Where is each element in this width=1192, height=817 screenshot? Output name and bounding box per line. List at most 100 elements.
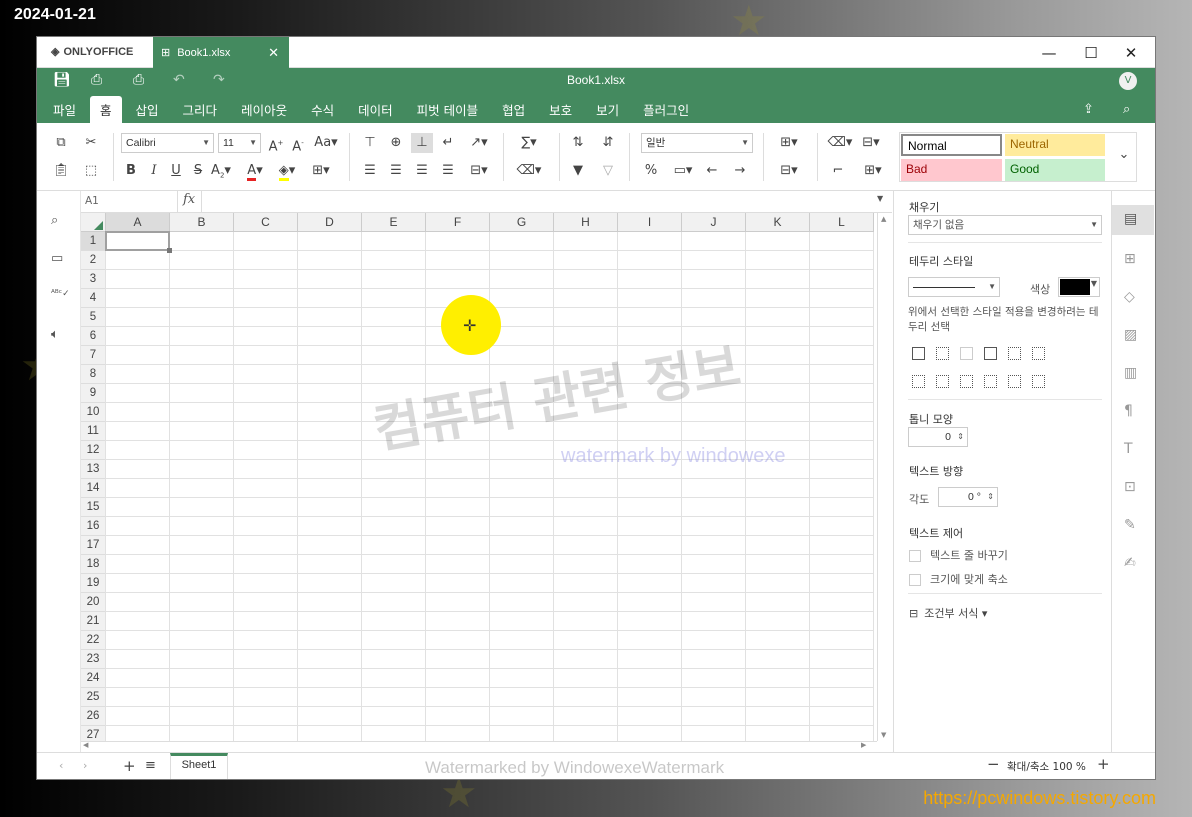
- menu-tab[interactable]: 보기: [586, 96, 629, 123]
- image-icon[interactable]: ▨: [1124, 327, 1137, 343]
- row-header[interactable]: 14: [81, 479, 106, 498]
- chevron-down-icon[interactable]: ⌄: [1113, 145, 1135, 165]
- format-painter-icon[interactable]: ⌐: [827, 161, 849, 181]
- add-sheet-icon[interactable]: +: [123, 757, 136, 775]
- paste-icon[interactable]: 📋︎: [50, 161, 72, 181]
- underline-button[interactable]: U: [165, 161, 187, 181]
- menu-tab[interactable]: 보호: [539, 96, 582, 123]
- wrap-text-icon[interactable]: ↵: [437, 133, 459, 153]
- row-header[interactable]: 24: [81, 669, 106, 688]
- menu-tab[interactable]: 레이아웃: [231, 96, 297, 123]
- font-color-button[interactable]: A▾: [241, 161, 269, 181]
- zoom-out-icon[interactable]: −: [987, 755, 1000, 773]
- decrease-decimal-icon[interactable]: ←: [701, 161, 723, 181]
- merge-cells-icon[interactable]: ⊟▾: [465, 161, 493, 181]
- row-header[interactable]: 25: [81, 688, 106, 707]
- menu-tab[interactable]: 수식: [301, 96, 344, 123]
- angle-spinner[interactable]: 0 ° ⇕: [938, 487, 998, 507]
- insert-cells-icon[interactable]: ⊞▾: [775, 133, 803, 153]
- border-color-picker[interactable]: ▼: [1058, 277, 1100, 297]
- sort-desc-icon[interactable]: ⇵: [597, 133, 619, 153]
- all-borders-icon[interactable]: [912, 347, 925, 360]
- zoom-in-icon[interactable]: +: [1097, 755, 1110, 773]
- corner-select-all[interactable]: [81, 213, 106, 232]
- row-header[interactable]: 2: [81, 251, 106, 270]
- column-header[interactable]: D: [298, 213, 362, 232]
- column-header[interactable]: I: [618, 213, 682, 232]
- vertical-scrollbar[interactable]: ▲ ▼: [877, 213, 892, 741]
- close-tab-icon[interactable]: ✕: [268, 45, 279, 61]
- horizontal-inner-border-icon[interactable]: [1008, 375, 1021, 388]
- maximize-button[interactable]: ☐: [1079, 43, 1103, 63]
- row-header[interactable]: 5: [81, 308, 106, 327]
- row-header[interactable]: 11: [81, 422, 106, 441]
- column-header[interactable]: F: [426, 213, 490, 232]
- clear-filter-icon[interactable]: ▽: [597, 161, 619, 181]
- borders-button[interactable]: ⊞▾: [307, 161, 335, 181]
- increase-font-icon[interactable]: A+: [265, 133, 287, 154]
- next-sheet-icon[interactable]: ›: [83, 759, 87, 772]
- spreadsheet-grid[interactable]: A B C D E F G H I J K L 1 2 3 4 5 6 7 8 9 10 11 12 13 14 15 16 17 18 1…: [81, 213, 877, 741]
- sort-asc-icon[interactable]: ⇅: [567, 133, 589, 153]
- column-header[interactable]: A: [106, 213, 170, 232]
- row-header[interactable]: 23: [81, 650, 106, 669]
- delete-cells-icon[interactable]: ⊟▾: [775, 161, 803, 181]
- filter-icon[interactable]: ▼: [567, 161, 589, 181]
- avatar[interactable]: V: [1119, 72, 1137, 90]
- border-line-select[interactable]: ▼: [908, 277, 1000, 297]
- sum-icon[interactable]: ∑▾: [515, 133, 543, 153]
- row-header[interactable]: 9: [81, 384, 106, 403]
- menu-tab[interactable]: 홈: [90, 96, 122, 123]
- spellcheck-icon[interactable]: ᴬᴮᶜ✓: [51, 289, 70, 299]
- change-case-icon[interactable]: Aa▾: [311, 133, 341, 153]
- menu-tab[interactable]: 삽입: [126, 96, 169, 123]
- column-header[interactable]: H: [554, 213, 618, 232]
- clear-icon[interactable]: ⌫▾: [827, 133, 853, 153]
- row-header[interactable]: 22: [81, 631, 106, 650]
- align-bottom-icon[interactable]: ⊥: [411, 133, 433, 153]
- select-all-icon[interactable]: ⬚: [80, 161, 102, 181]
- row-header[interactable]: 6: [81, 327, 106, 346]
- strikethrough-button[interactable]: S: [187, 161, 209, 181]
- style-good[interactable]: Good: [1005, 159, 1105, 181]
- column-header[interactable]: B: [170, 213, 234, 232]
- conditional-format-button[interactable]: ⊟ 조건부 서식 ▾: [909, 605, 987, 621]
- italic-button[interactable]: I: [143, 161, 165, 181]
- open-folder-icon[interactable]: ⇪: [1083, 102, 1094, 117]
- right-border-icon[interactable]: [960, 375, 973, 388]
- pivot-icon[interactable]: ⊡: [1124, 479, 1136, 495]
- menu-tab[interactable]: 협업: [492, 96, 535, 123]
- sheet-tab[interactable]: Sheet1: [170, 753, 228, 779]
- percent-icon[interactable]: %: [640, 161, 662, 181]
- decrease-font-icon[interactable]: A-: [287, 133, 309, 154]
- menu-tab[interactable]: 피벗 테이블: [407, 96, 488, 123]
- document-tab[interactable]: ⊞ Book1.xlsx ✕: [153, 37, 289, 68]
- increase-decimal-icon[interactable]: →: [729, 161, 751, 181]
- align-middle-icon[interactable]: ⊕: [385, 133, 407, 153]
- text-art-icon[interactable]: T: [1124, 441, 1133, 457]
- conditional-format-icon[interactable]: ⊟▾: [857, 133, 885, 153]
- column-header[interactable]: L: [810, 213, 874, 232]
- bold-button[interactable]: B: [120, 161, 142, 181]
- form-icon[interactable]: ✎: [1124, 517, 1136, 533]
- menu-tab[interactable]: 플러그인: [633, 96, 699, 123]
- row-header[interactable]: 26: [81, 707, 106, 726]
- diag-down-border-icon[interactable]: [1032, 347, 1045, 360]
- tooth-spinner[interactable]: 0 ⇕: [908, 427, 968, 447]
- align-right-icon[interactable]: ☰: [411, 161, 433, 181]
- column-header[interactable]: C: [234, 213, 298, 232]
- row-header[interactable]: 16: [81, 517, 106, 536]
- table-icon[interactable]: ⊞: [1124, 251, 1136, 267]
- vertical-inner-border-icon[interactable]: [936, 375, 949, 388]
- column-header[interactable]: E: [362, 213, 426, 232]
- left-border-icon[interactable]: [912, 375, 925, 388]
- row-header[interactable]: 18: [81, 555, 106, 574]
- named-range-icon[interactable]: ⌫▾: [515, 161, 543, 181]
- copy-icon[interactable]: ⧉: [50, 133, 72, 153]
- align-left-icon[interactable]: ☰: [359, 161, 381, 181]
- row-header[interactable]: 1: [81, 232, 106, 251]
- function-icon[interactable]: fx: [183, 192, 195, 207]
- inner-borders-icon[interactable]: [936, 347, 949, 360]
- style-normal[interactable]: Normal: [901, 134, 1002, 156]
- row-header[interactable]: 3: [81, 270, 106, 289]
